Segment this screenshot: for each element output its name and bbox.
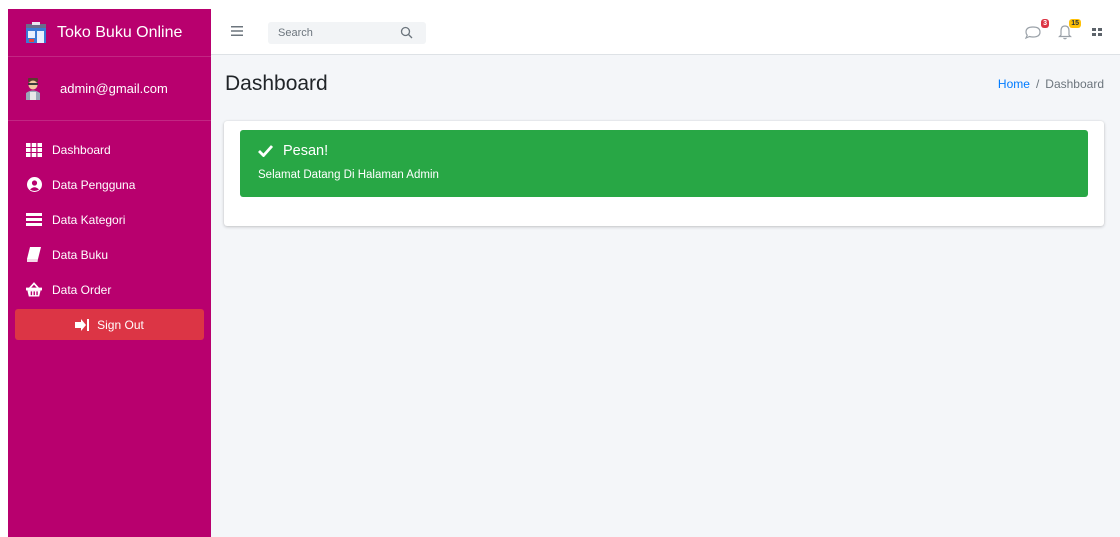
user-circle-icon <box>26 177 42 193</box>
sidebar-item-label: Data Kategori <box>52 212 126 227</box>
sidebar-item-label: Data Pengguna <box>52 177 136 192</box>
check-icon <box>258 144 274 159</box>
sidebar: Toko Buku Online admin@gmail.com Dashboa… <box>8 9 211 537</box>
sidebar-item-dashboard[interactable]: Dashboard <box>8 132 211 167</box>
sidebar-item-data-kategori[interactable]: Data Kategori <box>8 202 211 237</box>
book-icon <box>26 247 42 263</box>
notifications-button[interactable]: 15 <box>1056 19 1081 41</box>
comments-icon <box>1024 26 1041 40</box>
messages-badge: 3 <box>1041 19 1049 28</box>
shop-logo-icon <box>25 21 47 44</box>
page-title: Dashboard <box>225 72 328 95</box>
apps-grid-icon <box>1092 28 1102 36</box>
content-card: Pesan! Selamat Datang Di Halaman Admin <box>224 121 1104 226</box>
sidebar-item-label: Dashboard <box>52 142 111 157</box>
user-panel[interactable]: admin@gmail.com <box>8 57 211 121</box>
grid-icon <box>26 142 42 158</box>
top-navbar: 3 15 <box>211 9 1120 55</box>
search-box <box>268 22 426 44</box>
sidebar-item-data-order[interactable]: Data Order <box>8 272 211 307</box>
main-area: 3 15 <box>211 9 1120 537</box>
notifications-badge: 15 <box>1069 19 1081 28</box>
hamburger-menu-icon[interactable] <box>231 24 243 36</box>
sidebar-item-data-pengguna[interactable]: Data Pengguna <box>8 167 211 202</box>
list-icon <box>26 212 42 228</box>
sidebar-item-data-buku[interactable]: Data Buku <box>8 237 211 272</box>
sign-out-button[interactable]: Sign Out <box>15 309 204 340</box>
breadcrumb: Home / Dashboard <box>998 77 1104 91</box>
sidebar-item-label: Data Order <box>52 282 112 297</box>
top-gutter <box>0 0 1120 9</box>
search-icon[interactable] <box>400 26 414 40</box>
breadcrumb-home-link[interactable]: Home <box>998 77 1030 91</box>
apps-button[interactable] <box>1088 23 1106 41</box>
content-header: Dashboard Home / Dashboard <box>211 55 1120 113</box>
success-alert: Pesan! Selamat Datang Di Halaman Admin <box>240 130 1088 197</box>
alert-title: Pesan! <box>283 143 329 159</box>
sidebar-item-label: Data Buku <box>52 247 109 262</box>
search-input[interactable] <box>268 27 398 39</box>
alert-heading: Pesan! <box>258 143 1070 159</box>
basket-icon <box>26 282 42 298</box>
sidebar-nav: Dashboard Data Pengguna Data Kategori Da… <box>8 121 211 340</box>
brand-link[interactable]: Toko Buku Online <box>8 9 211 57</box>
sign-out-label: Sign Out <box>97 317 144 332</box>
messages-button[interactable]: 3 <box>1024 19 1049 41</box>
user-name: admin@gmail.com <box>60 81 168 96</box>
page: Toko Buku Online admin@gmail.com Dashboa… <box>0 0 1120 537</box>
user-avatar-icon <box>25 77 41 100</box>
navbar-right-icons: 3 15 <box>1010 19 1106 41</box>
breadcrumb-separator: / <box>1035 77 1040 91</box>
brand-title: Toko Buku Online <box>57 23 183 41</box>
sign-out-icon <box>75 318 90 332</box>
alert-message: Selamat Datang Di Halaman Admin <box>258 169 439 181</box>
breadcrumb-current: Dashboard <box>1045 77 1104 91</box>
